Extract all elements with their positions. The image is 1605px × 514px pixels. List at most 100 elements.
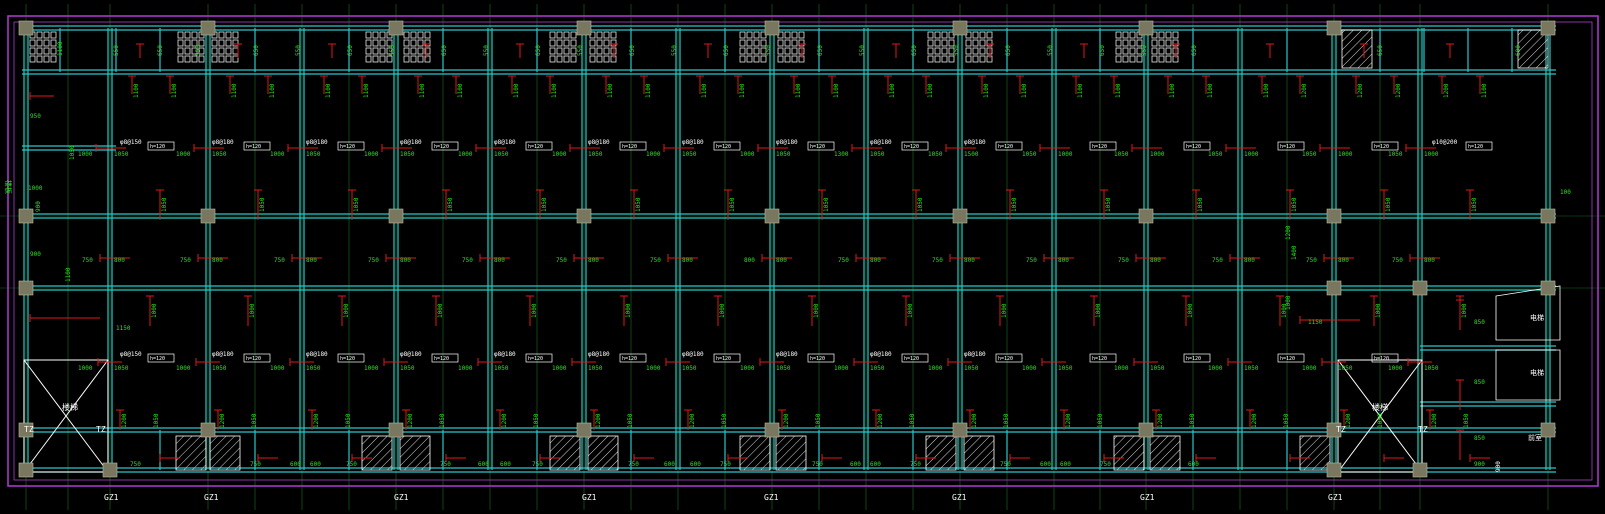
room-dim-c-15: 1050 (1471, 197, 1478, 212)
room-dim-e2-2: 1000 (176, 365, 191, 372)
room-dim-a-10: 1100 (983, 83, 990, 98)
column-tag-1: GZ1 (204, 493, 219, 502)
column-tag-0: GZ1 (104, 493, 119, 502)
misc-label-11: 100 (1560, 189, 1571, 196)
column-12 (764, 20, 780, 36)
room-dim-a2-8: 1100 (833, 83, 840, 98)
structural-slab-plan: 楼梯 楼梯 电梯 电梯 前室 1100 550 650 550 650 550 650 550… (0, 0, 1605, 514)
room-dim-b-12: 1000 (1150, 151, 1165, 158)
room-dim-c-1: 1050 (161, 197, 168, 212)
room-dim-b-3: 1050 (306, 151, 321, 158)
thickness-tag-text: h=120 (340, 356, 355, 362)
rebar-spec-bot-7: φ8@180 (776, 351, 798, 358)
rebar-spec-top-9: φ8@180 (964, 139, 986, 146)
column-31 (18, 280, 34, 296)
room-dim-f-10: 1200 (971, 413, 978, 428)
room-dim-d-4: 1000 (437, 303, 444, 318)
stair-label-right: 楼梯 (1372, 402, 1388, 412)
top-dim-18: 650 (911, 45, 918, 56)
bottom-dim-18: 600 (1040, 461, 1051, 468)
thickness-tag-text: h=120 (528, 356, 543, 362)
room-dim-a2-11: 1100 (1115, 83, 1122, 98)
thickness-tag-text: h=120 (340, 144, 355, 150)
room-dim-g-4: 1050 (439, 413, 446, 428)
room-dim-c-5: 1050 (541, 197, 548, 212)
room-dim-g-2: 1050 (251, 413, 258, 428)
column-21 (1326, 20, 1342, 36)
room-dim-b-15: 1000 (1424, 151, 1439, 158)
corridor-dim-7: 800 (682, 257, 693, 264)
corridor-dim-2: 800 (212, 257, 223, 264)
rebar-spec-top-4: φ8@180 (494, 139, 516, 146)
column-tag-5: GZ1 (952, 493, 967, 502)
room-dim-g-13: 1050 (1283, 413, 1290, 428)
right-dim-0: 850 (1474, 319, 1485, 326)
rebar-spec-bot-0: φ8@150 (120, 351, 142, 358)
room-dim-e2-10: 1000 (928, 365, 943, 372)
room-dim-b-4: 1050 (400, 151, 415, 158)
room-dim-e2-11: 1000 (1022, 365, 1037, 372)
room-dim-g-3: 1050 (345, 413, 352, 428)
corridor-dim2-13: 750 (1212, 257, 1223, 264)
thickness-tag-text: h=120 (904, 144, 919, 150)
room-dim-b2-2: 1000 (176, 151, 191, 158)
top-dim-7: 550 (389, 45, 396, 56)
bottom-dim-12: 750 (720, 461, 731, 468)
room-dim-a2-5: 1100 (551, 83, 558, 98)
corridor-dim2-4: 750 (368, 257, 379, 264)
misc-label-5: 1050 (69, 145, 76, 160)
room-dim-a2-4: 1100 (457, 83, 464, 98)
room-dim-d-3: 1000 (343, 303, 350, 318)
room-dim-a-6: 1100 (607, 83, 614, 98)
column-18 (1138, 20, 1154, 36)
top-dim-25: 650 (1377, 45, 1384, 56)
room-dim-f-4: 1200 (407, 413, 414, 428)
rebar-spec-top-5: φ8@180 (588, 139, 610, 146)
corridor-dim2-7: 750 (650, 257, 661, 264)
room-dim-a2-6: 1100 (645, 83, 652, 98)
rebar-spec-bot-1: φ8@180 (212, 351, 234, 358)
column-tag-2: GZ1 (394, 493, 409, 502)
room-dim-e2-13: 1000 (1208, 365, 1223, 372)
room-dim-d-9: 1000 (907, 303, 914, 318)
room-dim-f-6: 1200 (595, 413, 602, 428)
top-dim-22: 650 (1099, 45, 1106, 56)
room-dim-c-14: 1050 (1385, 197, 1392, 212)
room-dim-b2-15: 1050 (1388, 151, 1403, 158)
bottom-dim-8: 750 (532, 461, 543, 468)
top-dim-20: 650 (1005, 45, 1012, 56)
hatch-box-8 (925, 435, 957, 471)
column-7 (388, 208, 404, 224)
room-dim-f-14: 1200 (1345, 413, 1352, 428)
room-dim-d-11: 1000 (1095, 303, 1102, 318)
room-dim-d-6: 1000 (625, 303, 632, 318)
misc-label-10: 1100 (65, 267, 72, 282)
room-dim-e2-9: 1000 (834, 365, 849, 372)
top-dim-19: 550 (953, 45, 960, 56)
misc-label-9: 900 (30, 251, 41, 258)
column-29 (1326, 462, 1342, 478)
room-dim-c-6: 1050 (635, 197, 642, 212)
rebar-spec-top-2: φ8@180 (306, 139, 328, 146)
misc-label-0: 1150 (116, 325, 131, 332)
top-dim-10: 650 (535, 45, 542, 56)
room-dim-a2-2: 1100 (269, 83, 276, 98)
room-dim-e-8: 1050 (776, 365, 791, 372)
room-dim-a2-14: 1200 (1395, 83, 1402, 98)
thickness-tag-text: h=120 (1186, 356, 1201, 362)
room-dim-f-5: 1200 (501, 413, 508, 428)
bottom-dim-19: 600 (1060, 461, 1071, 468)
misc-label-1: 1150 (1308, 319, 1323, 326)
room-dim-a-8: 1100 (795, 83, 802, 98)
room-dim-d-1: 1000 (151, 303, 158, 318)
rebar-spec-top-10: φ10@200 (1432, 139, 1458, 146)
corridor-dim2-14: 750 (1306, 257, 1317, 264)
room-dim-a2-13: 1200 (1301, 83, 1308, 98)
bottom-dim-14: 600 (850, 461, 861, 468)
tz-label-1: TZ (24, 425, 34, 434)
top-dim-11: 550 (577, 45, 584, 56)
corridor-dim2-9: 750 (838, 257, 849, 264)
room-dim-c-9: 1050 (917, 197, 924, 212)
room-dim-e-11: 1050 (1058, 365, 1073, 372)
column-4 (200, 208, 216, 224)
